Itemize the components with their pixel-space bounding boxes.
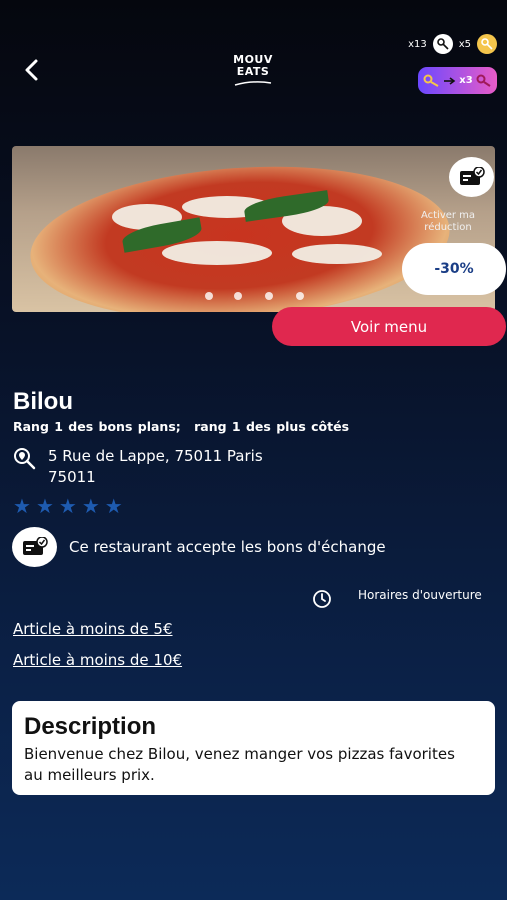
description-card: Description Bienvenue chez Bilou, venez … — [12, 701, 495, 795]
gold-key-icon — [423, 74, 439, 87]
restaurant-name: Bilou — [13, 388, 73, 415]
carousel-dot[interactable] — [205, 292, 213, 300]
rating-stars: ★ ★ ★ ★ ★ — [13, 496, 123, 516]
filter-under-10-link[interactable]: Article à moins de 10€ — [13, 651, 182, 669]
filter-under-5-link[interactable]: Article à moins de 5€ — [13, 620, 173, 638]
location-search-icon — [14, 448, 36, 470]
logo-swoosh — [234, 81, 272, 86]
arrow-right-icon — [444, 76, 456, 85]
key-icon — [432, 34, 453, 54]
carousel-dot[interactable] — [296, 292, 304, 300]
description-text: Bienvenue chez Bilou, venez manger vos p… — [24, 745, 455, 784]
white-keys-count: x13 — [408, 38, 427, 50]
pink-key-icon — [476, 74, 491, 87]
see-menu-button[interactable]: Voir menu — [272, 307, 506, 346]
star-icon: ★ — [104, 494, 123, 518]
star-icon: ★ — [13, 494, 31, 518]
key-counters: x13 x5 — [408, 34, 497, 54]
opening-hours-link[interactable]: Horaires d'ouverture — [358, 588, 482, 602]
activate-discount-label: Activer ma réduction — [420, 210, 476, 233]
carousel-dot[interactable] — [234, 292, 242, 300]
activate-discount-button[interactable] — [449, 157, 494, 197]
gold-key-icon — [477, 34, 497, 54]
star-icon: ★ — [35, 494, 54, 518]
voucher-accepted-badge — [12, 527, 57, 567]
discount-badge[interactable]: -30% — [402, 243, 506, 295]
app-logo: MOUV EATS — [222, 54, 284, 86]
accepts-vouchers-text: Ce restaurant accepte les bons d'échange — [69, 538, 386, 556]
address-line-1: 5 Rue de Lappe, 75011 Paris — [48, 447, 263, 465]
logo-text-bottom: EATS — [236, 65, 270, 78]
description-title: Description — [24, 713, 157, 740]
back-icon[interactable] — [18, 56, 46, 84]
voucher-icon — [459, 167, 485, 185]
restaurant-rank: Rang 1 des bons plans; rang 1 des plus c… — [13, 419, 349, 434]
gold-keys-count: x5 — [458, 38, 471, 50]
restaurant-address: 5 Rue de Lappe, 75011 Paris 75011 — [48, 446, 263, 488]
rank-deals: Rang 1 des bons plans; — [13, 419, 181, 434]
voucher-icon — [22, 537, 48, 555]
clock-icon[interactable] — [312, 589, 332, 609]
exchange-count: x3 — [459, 75, 473, 86]
key-exchange-button[interactable]: x3 — [418, 67, 497, 94]
star-icon: ★ — [58, 494, 77, 518]
carousel-dot[interactable] — [265, 292, 273, 300]
address-line-2: 75011 — [48, 468, 96, 486]
star-icon: ★ — [81, 494, 100, 518]
rank-rated: rang 1 des plus côtés — [194, 419, 350, 434]
